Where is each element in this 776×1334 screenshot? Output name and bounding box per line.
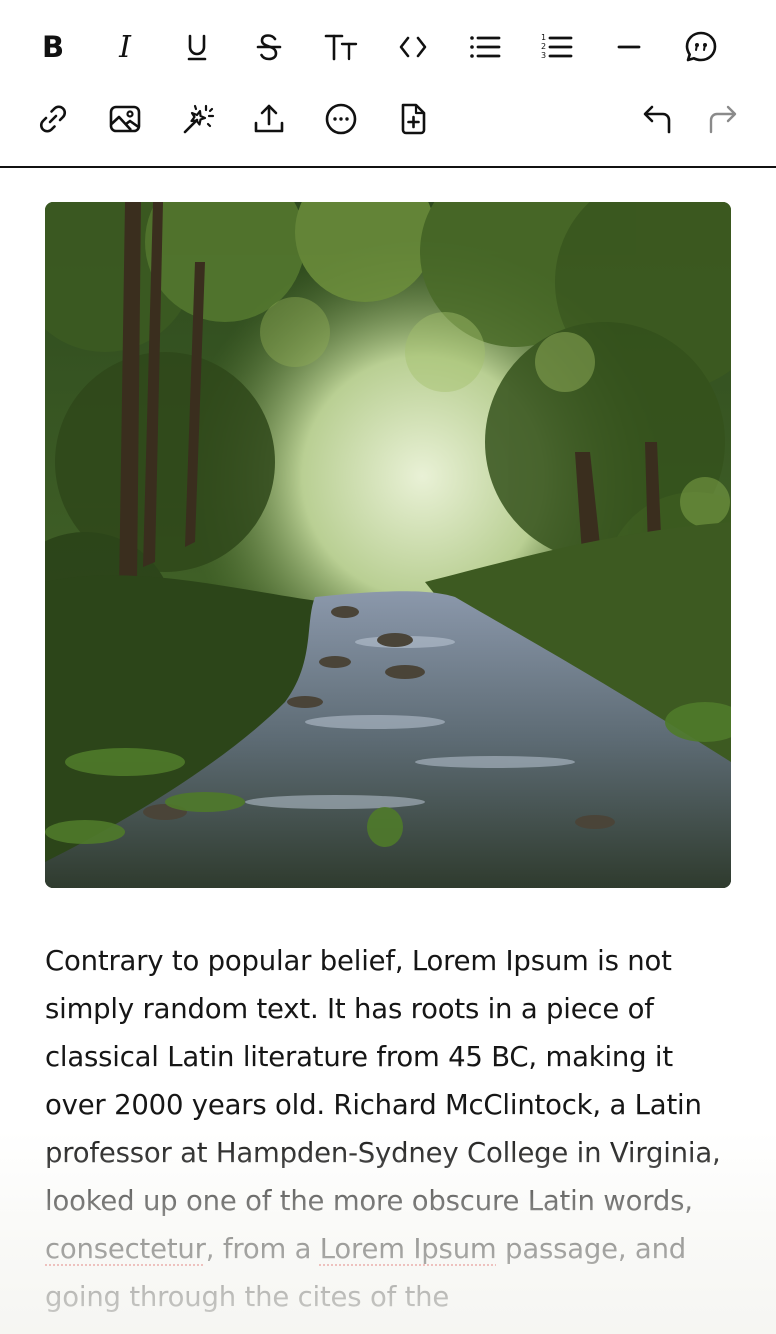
editor-paragraph[interactable]: Contrary to popular belief, Lorem Ipsum … <box>45 937 735 1321</box>
undo-button[interactable] <box>634 95 682 143</box>
bulleted-list-icon <box>470 36 501 58</box>
spellcheck-word[interactable]: Lorem Ipsum <box>320 1233 497 1265</box>
italic-icon: I <box>119 29 131 65</box>
svg-text:1: 1 <box>541 33 546 42</box>
svg-text:3: 3 <box>541 51 546 60</box>
redo-button[interactable] <box>698 95 746 143</box>
text-size-icon <box>324 34 358 61</box>
embedded-image[interactable] <box>45 202 731 888</box>
forest-stream-image <box>45 202 731 888</box>
paragraph-text: , from a <box>205 1233 320 1265</box>
upload-button[interactable] <box>245 95 293 143</box>
bulleted-list-button[interactable] <box>461 23 509 71</box>
editor-toolbar: B I 1 2 3 <box>0 0 776 168</box>
add-document-button[interactable] <box>389 95 437 143</box>
image-button[interactable] <box>101 95 149 143</box>
underline-button[interactable] <box>173 23 221 71</box>
add-document-icon <box>401 103 426 135</box>
code-button[interactable] <box>389 23 437 71</box>
more-horizontal-icon <box>325 103 357 135</box>
bold-icon: B <box>41 30 65 64</box>
svg-text:2: 2 <box>541 42 546 51</box>
horizontal-rule-icon <box>617 45 641 49</box>
code-icon <box>399 36 427 58</box>
strikethrough-icon <box>256 34 282 61</box>
link-icon <box>40 105 66 133</box>
magic-wand-icon <box>183 104 215 134</box>
magic-button[interactable] <box>173 95 221 143</box>
italic-button[interactable]: I <box>101 23 149 71</box>
undo-icon <box>643 105 671 134</box>
horizontal-rule-button[interactable] <box>605 23 653 71</box>
redo-icon <box>709 105 737 134</box>
link-button[interactable] <box>29 95 77 143</box>
more-button[interactable] <box>317 95 365 143</box>
image-icon <box>109 105 141 133</box>
quote-bubble-icon <box>685 31 717 62</box>
numbered-list-button[interactable]: 1 2 3 <box>533 23 581 71</box>
underline-icon <box>187 34 207 61</box>
spellcheck-word[interactable]: consectetur <box>45 1233 206 1265</box>
paragraph-text: Contrary to popular belief, Lorem Ipsum … <box>45 945 721 1217</box>
quote-button[interactable] <box>677 23 725 71</box>
strikethrough-button[interactable] <box>245 23 293 71</box>
bold-button[interactable]: B <box>29 23 77 71</box>
text-size-button[interactable] <box>317 23 365 71</box>
upload-icon <box>254 104 284 133</box>
numbered-list-icon: 1 2 3 <box>541 33 573 60</box>
